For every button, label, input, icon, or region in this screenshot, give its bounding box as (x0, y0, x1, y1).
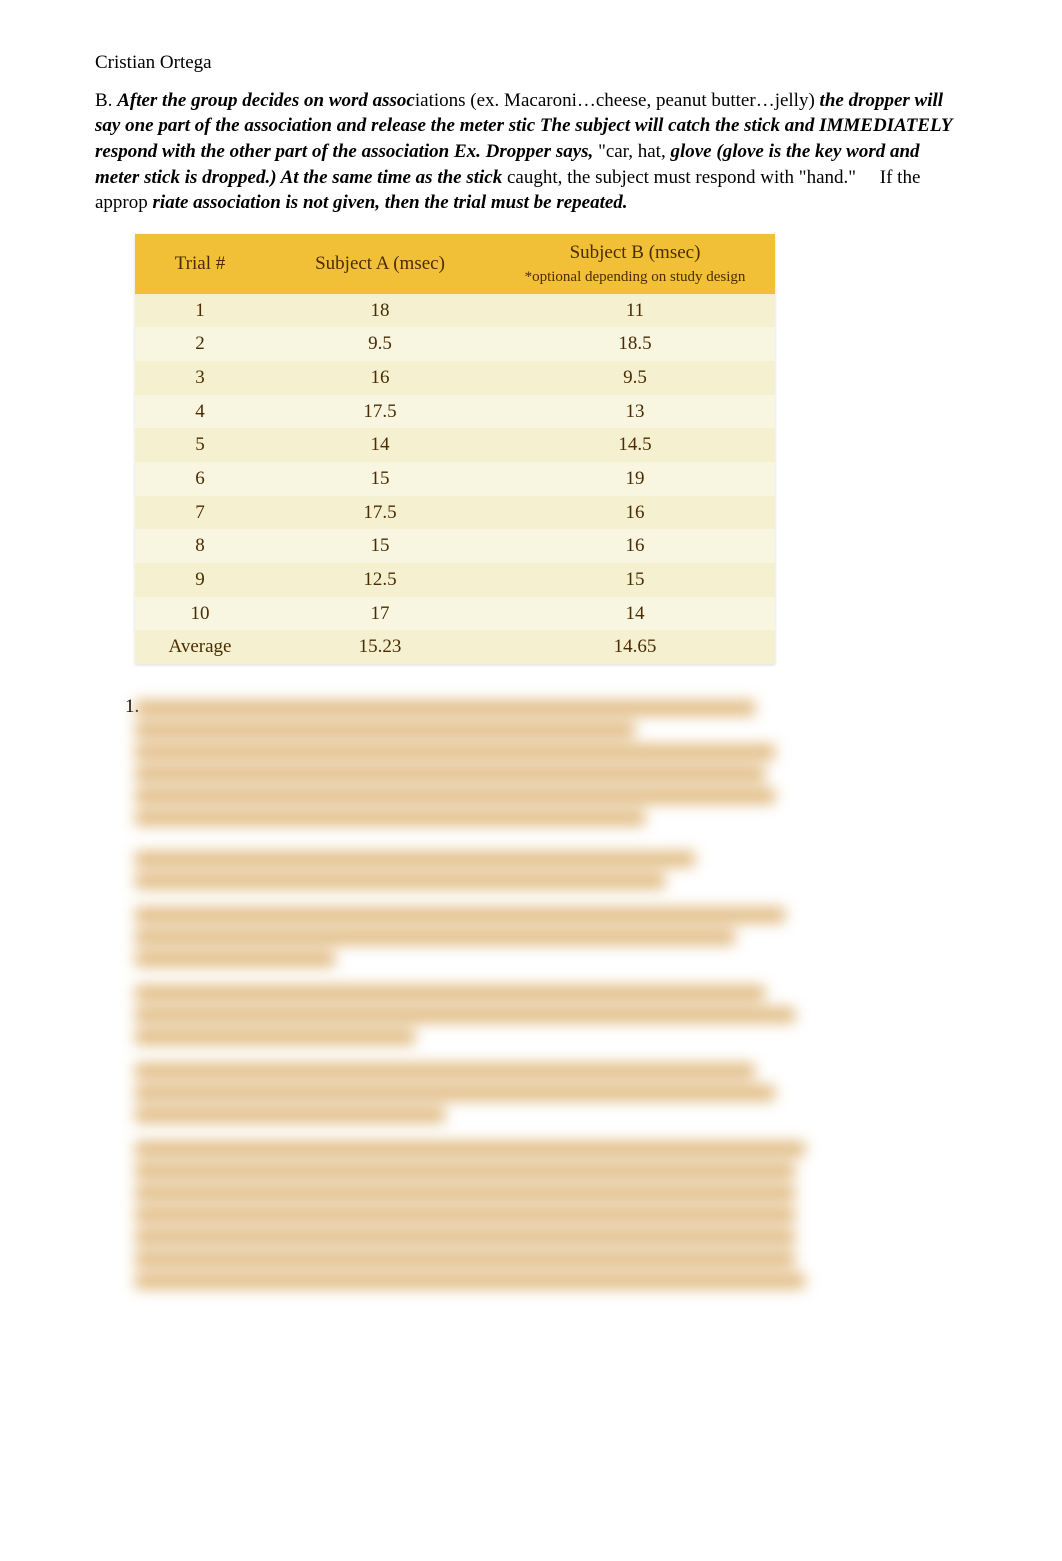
blurred-text-line (135, 907, 785, 923)
blurred-text-line (135, 851, 695, 867)
table-row: 717.516 (135, 496, 775, 530)
blurred-text-line (135, 744, 775, 760)
blurred-text-line (135, 1185, 795, 1201)
cell-subject-a: 16 (265, 361, 495, 395)
instr-p6: ter stic (483, 115, 535, 136)
instr-p11: ropper says, (499, 141, 593, 162)
cell-subject-b: 14.65 (495, 630, 775, 664)
blurred-text-line (135, 1207, 795, 1223)
header-subject-a: Subject A (msec) (265, 234, 495, 294)
blurred-text-line (135, 1251, 795, 1267)
table-row: 101714 (135, 597, 775, 631)
cell-subject-b: 16 (495, 496, 775, 530)
cell-trial: 2 (135, 327, 265, 361)
cell-trial: 5 (135, 428, 265, 462)
cell-subject-b: 13 (495, 395, 775, 429)
blurred-text-line (135, 985, 765, 1001)
blurred-text-line (135, 1063, 755, 1079)
cell-subject-a: 15 (265, 462, 495, 496)
instr-p16: riate association is not given, then (153, 192, 420, 213)
blurred-text-line (135, 722, 635, 738)
cell-trial: 3 (135, 361, 265, 395)
cell-subject-a: 9.5 (265, 327, 495, 361)
header-trial: Trial # (135, 234, 265, 294)
cell-subject-a: 14 (265, 428, 495, 462)
cell-trial: Average (135, 630, 265, 664)
cell-trial: 7 (135, 496, 265, 530)
blurred-text-line (135, 1007, 795, 1023)
table-row: 61519 (135, 462, 775, 496)
cell-subject-b: 11 (495, 294, 775, 328)
instr-p15 (861, 167, 880, 188)
cell-subject-a: 12.5 (265, 563, 495, 597)
cell-trial: 4 (135, 395, 265, 429)
cell-subject-a: 15.23 (265, 630, 495, 664)
cell-trial: 9 (135, 563, 265, 597)
cell-subject-b: 16 (495, 529, 775, 563)
cell-subject-a: 17.5 (265, 496, 495, 530)
blurred-text-line (135, 1085, 775, 1101)
table-row: 51414.5 (135, 428, 775, 462)
cell-subject-b: 15 (495, 563, 775, 597)
blurred-text-line (135, 1107, 445, 1123)
cell-subject-b: 19 (495, 462, 775, 496)
instr-p7: The subject will catch (540, 115, 710, 136)
table-row: 11811 (135, 294, 775, 328)
blurred-text-line (135, 1029, 415, 1045)
instr-p3: iations (415, 90, 466, 111)
instr-p12: "car, hat, (598, 141, 666, 162)
header-subject-b-note: *optional depending on study design (505, 267, 765, 287)
instr-p2: ssoc (382, 90, 415, 111)
table-row: 29.518.5 (135, 327, 775, 361)
table-row: 912.515 (135, 563, 775, 597)
cell-subject-a: 17 (265, 597, 495, 631)
table-row: 417.513 (135, 395, 775, 429)
cell-trial: 10 (135, 597, 265, 631)
instr-p1: After the group decides on word a (117, 90, 382, 111)
blurred-text-line (135, 1229, 795, 1245)
blurred-text-line (135, 788, 775, 804)
table-row: Average15.2314.65 (135, 630, 775, 664)
header-subject-b: Subject B (msec) *optional depending on … (495, 234, 775, 294)
instr-p14: caught, the subject must respond with "h… (507, 167, 856, 188)
table-row: 81516 (135, 529, 775, 563)
blurred-text-line (135, 951, 335, 967)
cell-subject-b: 14.5 (495, 428, 775, 462)
trial-data-table: Trial # Subject A (msec) Subject B (msec… (135, 234, 775, 664)
blurred-text-line (135, 873, 665, 889)
cell-subject-a: 18 (265, 294, 495, 328)
instr-p17: the trial must be repeated. (424, 192, 627, 213)
blurred-text-line (135, 700, 755, 716)
cell-subject-b: 18.5 (495, 327, 775, 361)
blurred-text-line (135, 1163, 795, 1179)
cell-subject-a: 15 (265, 529, 495, 563)
blurred-answer-region (135, 700, 967, 1289)
header-subject-b-main: Subject B (msec) (570, 242, 701, 263)
blurred-text-line (135, 766, 765, 782)
table-row: 3169.5 (135, 361, 775, 395)
cell-trial: 6 (135, 462, 265, 496)
blurred-text-line (135, 1141, 805, 1157)
instr-p4: (ex. Macaroni…cheese, peanut butter…jell… (470, 90, 815, 111)
cell-subject-b: 9.5 (495, 361, 775, 395)
instr-p9: iation (404, 141, 449, 162)
table-body: 1181129.518.53169.5417.51351414.56151971… (135, 294, 775, 664)
cell-subject-a: 17.5 (265, 395, 495, 429)
section-label: B. (95, 90, 112, 111)
table-header-row: Trial # Subject A (msec) Subject B (msec… (135, 234, 775, 294)
author-name: Cristian Ortega (95, 50, 967, 76)
cell-subject-b: 14 (495, 597, 775, 631)
blurred-text-line (135, 810, 645, 826)
instr-p10: Ex. D (454, 141, 499, 162)
instructions-block: B. After the group decides on word assoc… (95, 88, 967, 216)
blurred-text-line (135, 1273, 805, 1289)
cell-trial: 1 (135, 294, 265, 328)
blurred-text-line (135, 929, 735, 945)
cell-trial: 8 (135, 529, 265, 563)
